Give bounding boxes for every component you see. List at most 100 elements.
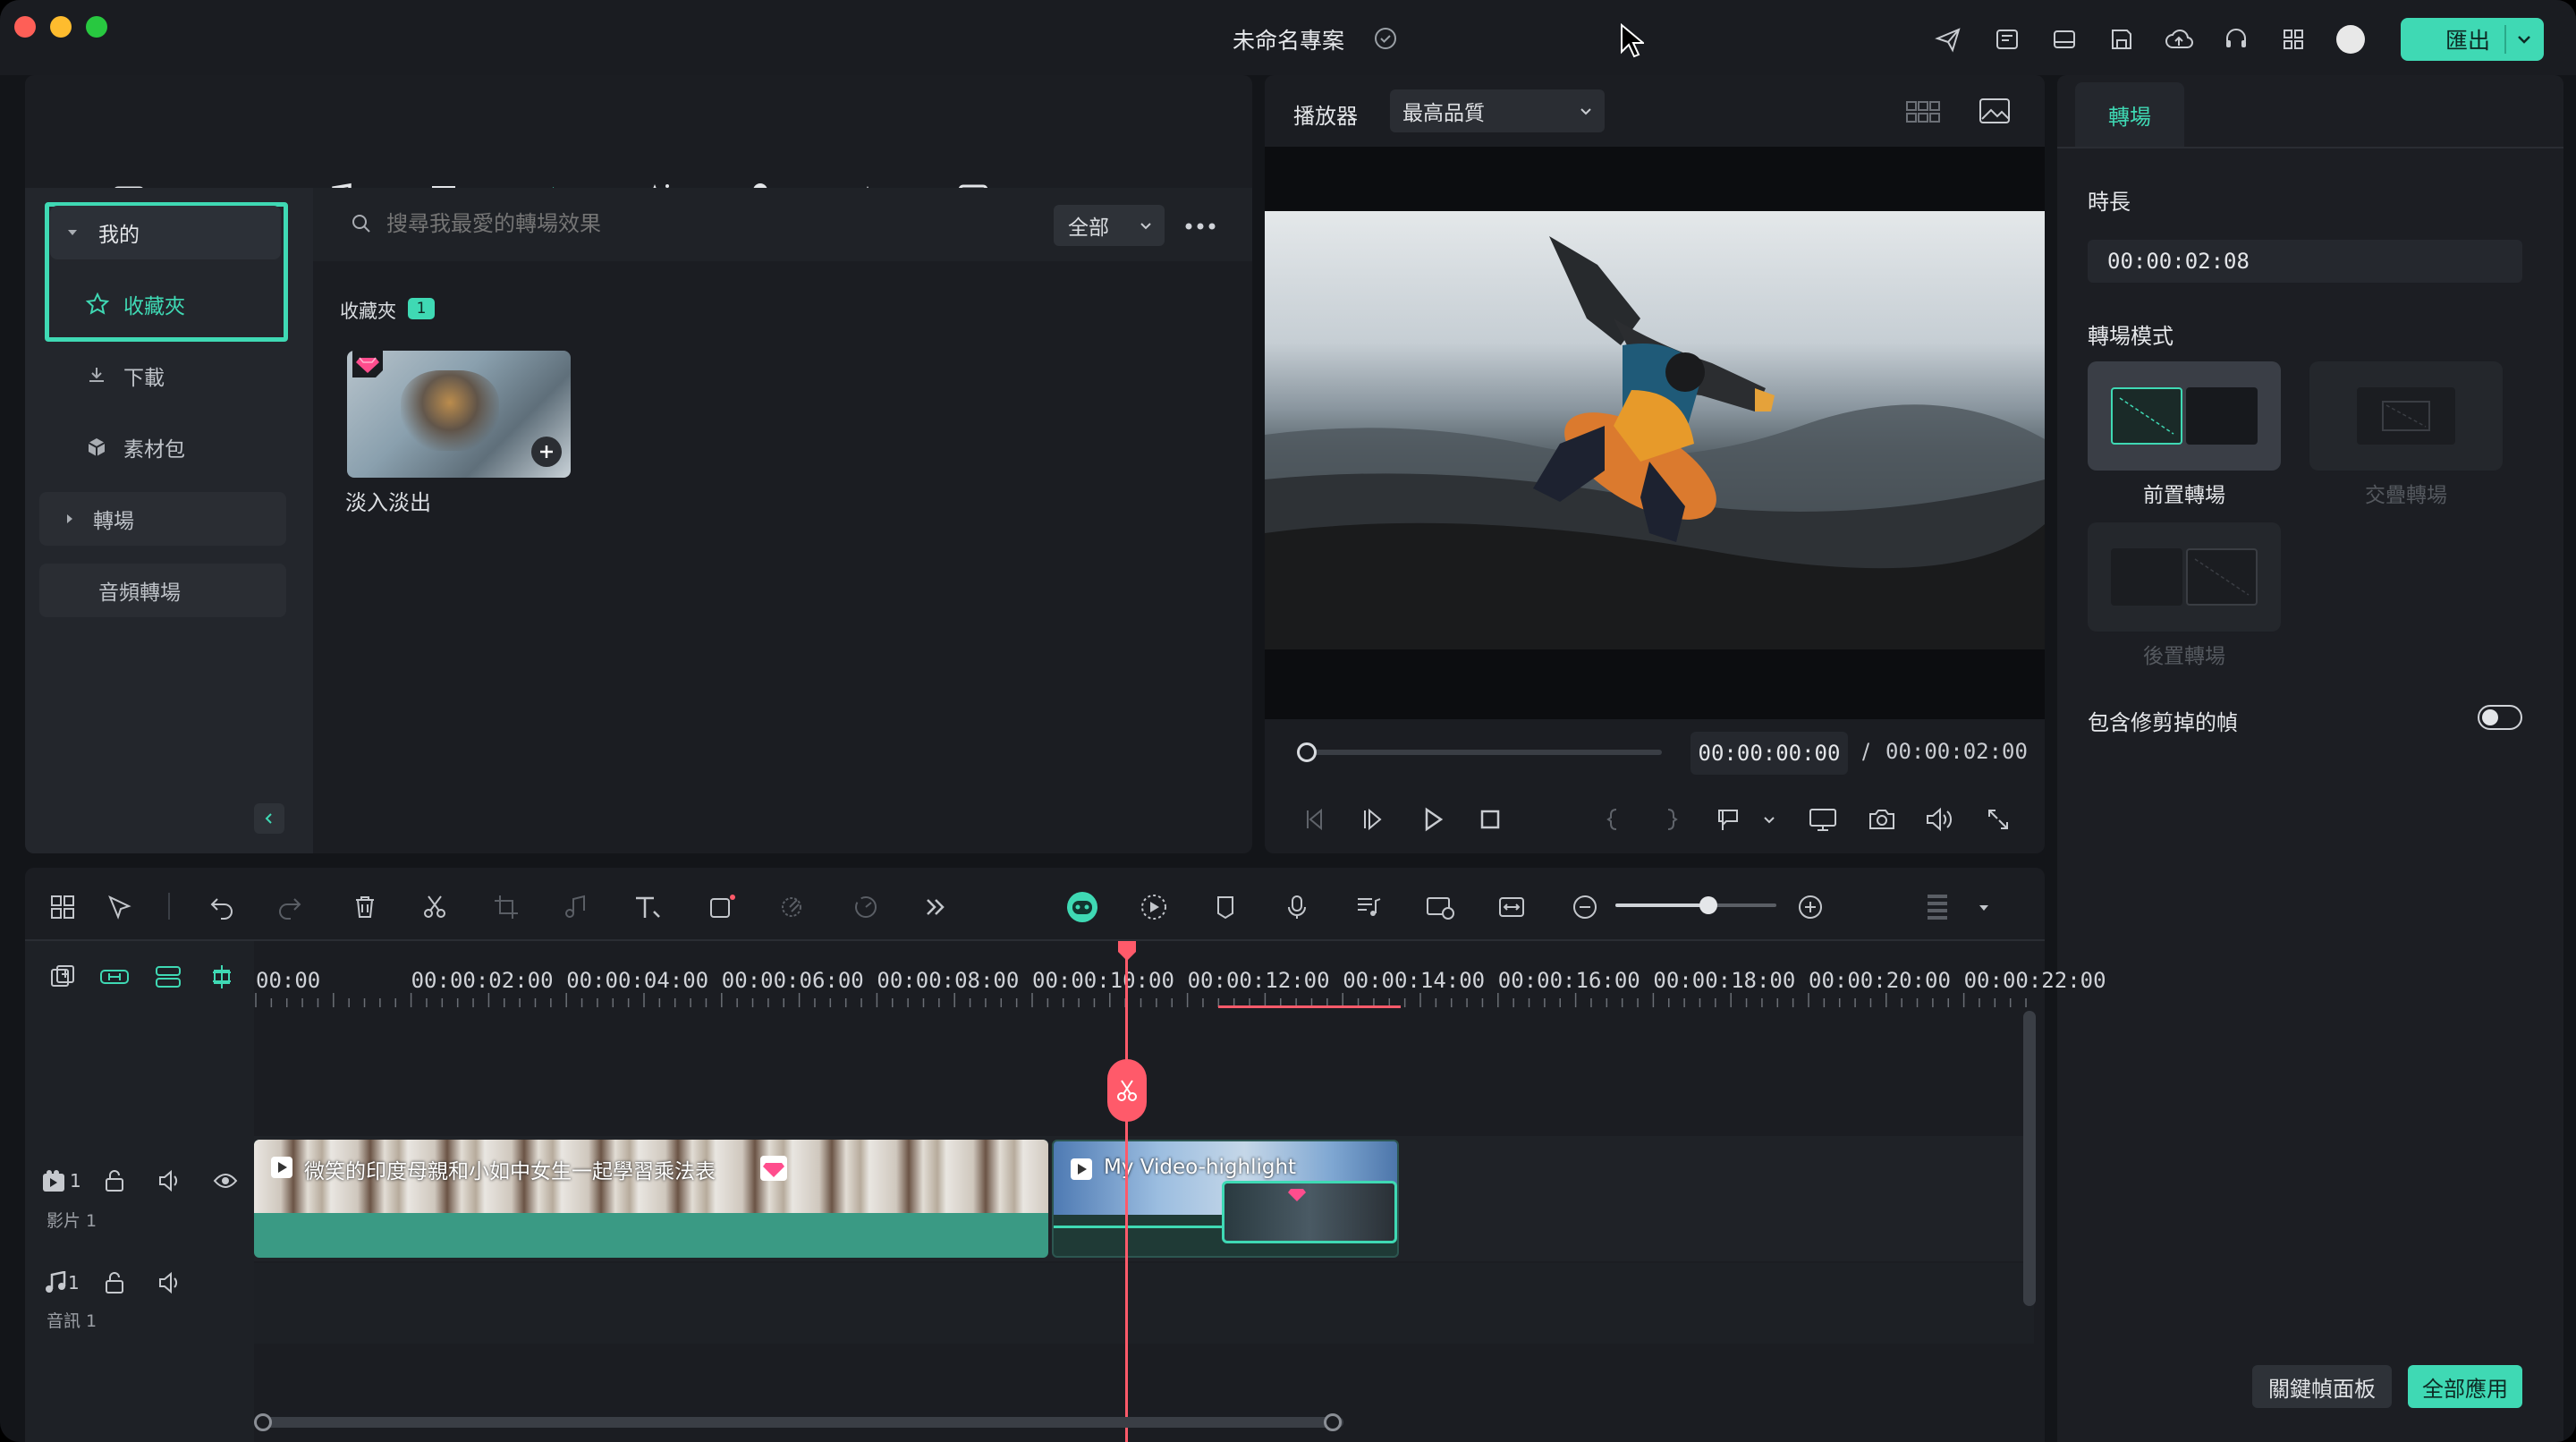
layout-toggle-icon[interactable]: [43, 887, 82, 927]
premium-gem-icon: [760, 1156, 787, 1181]
fit-timeline-icon[interactable]: [1492, 887, 1531, 927]
save-icon[interactable]: [2106, 23, 2138, 55]
shape-tool-icon[interactable]: [703, 887, 742, 927]
support-headset-icon[interactable]: [2220, 23, 2252, 55]
playhead-handle[interactable]: [1118, 941, 1136, 961]
scroll-handle-right[interactable]: [1324, 1413, 1342, 1431]
sidebar-my[interactable]: 我的: [50, 206, 281, 259]
speaker-icon[interactable]: [154, 1165, 186, 1197]
mask-icon[interactable]: [775, 887, 814, 927]
insert-marker-icon[interactable]: [1710, 802, 1746, 837]
vertical-scrollbar[interactable]: [2023, 1011, 2036, 1306]
mode-suffix-option[interactable]: [2088, 522, 2281, 632]
video-clip-1[interactable]: 微笑的印度母親和小如中女生一起學習乘法表: [254, 1140, 1048, 1258]
close-window-button[interactable]: [14, 16, 36, 38]
notes-icon[interactable]: [1991, 23, 2023, 55]
grid-view-icon[interactable]: [1903, 97, 1943, 127]
mode-prefix-option[interactable]: [2088, 361, 2281, 471]
speaker-icon[interactable]: [154, 1267, 186, 1299]
collapse-sidebar-button[interactable]: [254, 803, 284, 834]
redo-icon[interactable]: [270, 887, 309, 927]
camera-icon[interactable]: [1864, 802, 1900, 837]
pip-icon[interactable]: [1420, 887, 1460, 927]
sidebar-downloads[interactable]: 下載: [39, 349, 286, 403]
display-icon[interactable]: [1805, 802, 1841, 837]
play-icon[interactable]: [1415, 802, 1451, 837]
add-track-icon[interactable]: [43, 957, 82, 997]
volume-icon[interactable]: [1921, 802, 1957, 837]
zoom-out-icon[interactable]: [1565, 887, 1605, 927]
keyframe-panel-button[interactable]: 關鍵幀面板: [2252, 1365, 2392, 1408]
microphone-icon[interactable]: [1277, 887, 1317, 927]
sidebar-my-label: 我的: [98, 224, 140, 247]
lock-icon[interactable]: [98, 1267, 131, 1299]
apps-grid-icon[interactable]: [2277, 23, 2309, 55]
snapping-icon[interactable]: [202, 957, 242, 997]
auto-render-icon[interactable]: [1134, 887, 1174, 927]
cloud-upload-icon[interactable]: [2163, 23, 2195, 55]
ruler-label: 00:00:02:00: [411, 968, 554, 993]
fullscreen-icon[interactable]: [1980, 802, 2016, 837]
link-clips-icon[interactable]: [95, 957, 134, 997]
search-input[interactable]: [386, 206, 1013, 242]
speed-icon[interactable]: [846, 887, 886, 927]
next-frame-icon[interactable]: [1356, 802, 1392, 837]
quality-dropdown[interactable]: 最高品質: [1390, 89, 1605, 132]
filter-dropdown[interactable]: 全部: [1054, 205, 1165, 246]
more-options-icon[interactable]: [1181, 211, 1220, 242]
audio-track-icon: [39, 1267, 72, 1299]
chevron-down-icon[interactable]: [1751, 802, 1787, 837]
ai-copilot-icon[interactable]: [1063, 887, 1102, 927]
layout-icon[interactable]: [2048, 23, 2080, 55]
select-tool-icon[interactable]: [100, 887, 140, 927]
zoom-slider-handle[interactable]: [1699, 896, 1717, 914]
export-button[interactable]: 匯出: [2401, 18, 2544, 61]
include-trimmed-frames-toggle[interactable]: [2478, 705, 2522, 730]
playback-progress-handle[interactable]: [1297, 742, 1317, 762]
zoom-in-icon[interactable]: [1791, 887, 1830, 927]
scissors-icon[interactable]: [415, 887, 454, 927]
mark-out-icon[interactable]: [1653, 802, 1689, 837]
mark-in-icon[interactable]: [1596, 802, 1631, 837]
horizontal-scrollbar[interactable]: [256, 1417, 1343, 1428]
caret-down-icon: [66, 226, 79, 239]
transition-block[interactable]: [1222, 1181, 1397, 1243]
marker-icon[interactable]: [1206, 887, 1245, 927]
sidebar-audio-transitions[interactable]: 音頻轉場: [39, 564, 286, 617]
add-icon[interactable]: [531, 437, 562, 467]
transition-mode-label: 轉場模式: [2088, 324, 2174, 349]
split-scissors-button[interactable]: [1107, 1059, 1147, 1122]
eye-icon[interactable]: [209, 1165, 242, 1197]
apply-all-button[interactable]: 全部應用: [2408, 1365, 2522, 1408]
snapshot-view-icon[interactable]: [1977, 95, 2012, 127]
mode-overlap-option[interactable]: [2309, 361, 2503, 471]
audio-adjust-icon[interactable]: [556, 887, 596, 927]
include-trimmed-frames-label: 包含修剪掉的幀: [2088, 710, 2238, 735]
sidebar-packs[interactable]: 素材包: [39, 420, 286, 474]
current-time-field[interactable]: 00:00:00:00: [1690, 732, 1848, 775]
more-tools-icon[interactable]: [916, 887, 955, 927]
crop-icon[interactable]: [487, 887, 526, 927]
delete-icon[interactable]: [345, 887, 385, 927]
sidebar-transitions[interactable]: 轉場: [39, 492, 286, 546]
magnetic-track-icon[interactable]: [148, 957, 188, 997]
stop-icon[interactable]: [1472, 802, 1508, 837]
track-height-icon[interactable]: [1918, 887, 1957, 927]
prev-frame-icon[interactable]: [1297, 802, 1333, 837]
fade-transition-thumbnail[interactable]: [347, 351, 571, 478]
tab-transition-properties[interactable]: 轉場: [2075, 82, 2184, 147]
video-clip-icon: [1070, 1158, 1093, 1181]
duration-input[interactable]: 00:00:02:08: [2088, 240, 2522, 283]
send-icon[interactable]: [1932, 23, 1964, 55]
text-tool-icon[interactable]: [628, 887, 667, 927]
caret-down-icon[interactable]: [1964, 887, 2004, 927]
undo-icon[interactable]: [202, 887, 242, 927]
minimize-window-button[interactable]: [50, 16, 72, 38]
scroll-handle-left[interactable]: [254, 1413, 272, 1431]
zoom-window-button[interactable]: [86, 16, 107, 38]
user-avatar[interactable]: [2336, 25, 2365, 54]
audio-mixer-icon[interactable]: [1349, 887, 1388, 927]
sidebar-favorites[interactable]: 收藏夾: [50, 277, 281, 331]
lock-icon[interactable]: [98, 1165, 131, 1197]
playback-progress-track[interactable]: [1308, 750, 1662, 755]
